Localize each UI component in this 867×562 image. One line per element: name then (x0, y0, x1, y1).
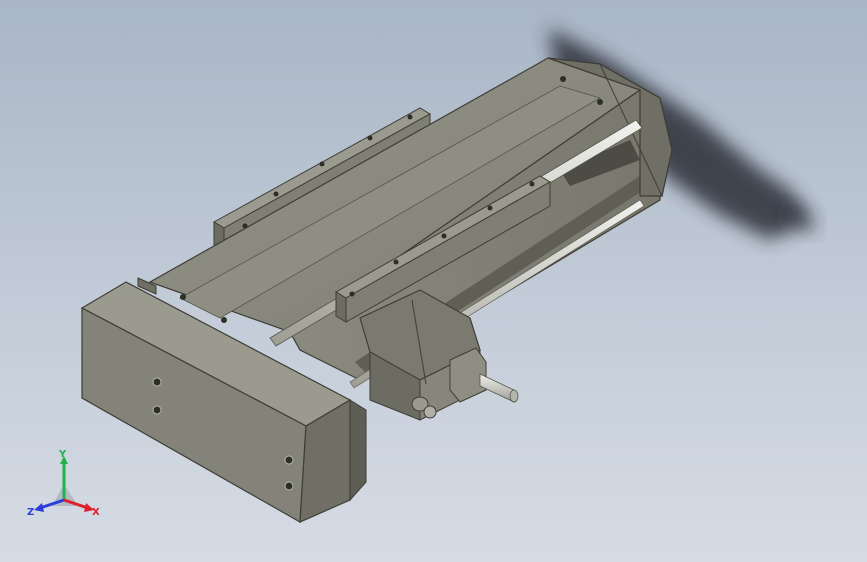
linear-actuator-model[interactable] (0, 0, 867, 562)
x-axis-label: X (92, 507, 100, 518)
coordinate-triad[interactable]: Y X Z (26, 448, 106, 524)
graphics-viewport[interactable]: Y X Z (0, 0, 867, 562)
motor-housing (359, 289, 519, 421)
y-axis-label: Y (58, 449, 67, 460)
z-axis-head (34, 503, 44, 512)
z-axis-label: Z (27, 507, 34, 518)
